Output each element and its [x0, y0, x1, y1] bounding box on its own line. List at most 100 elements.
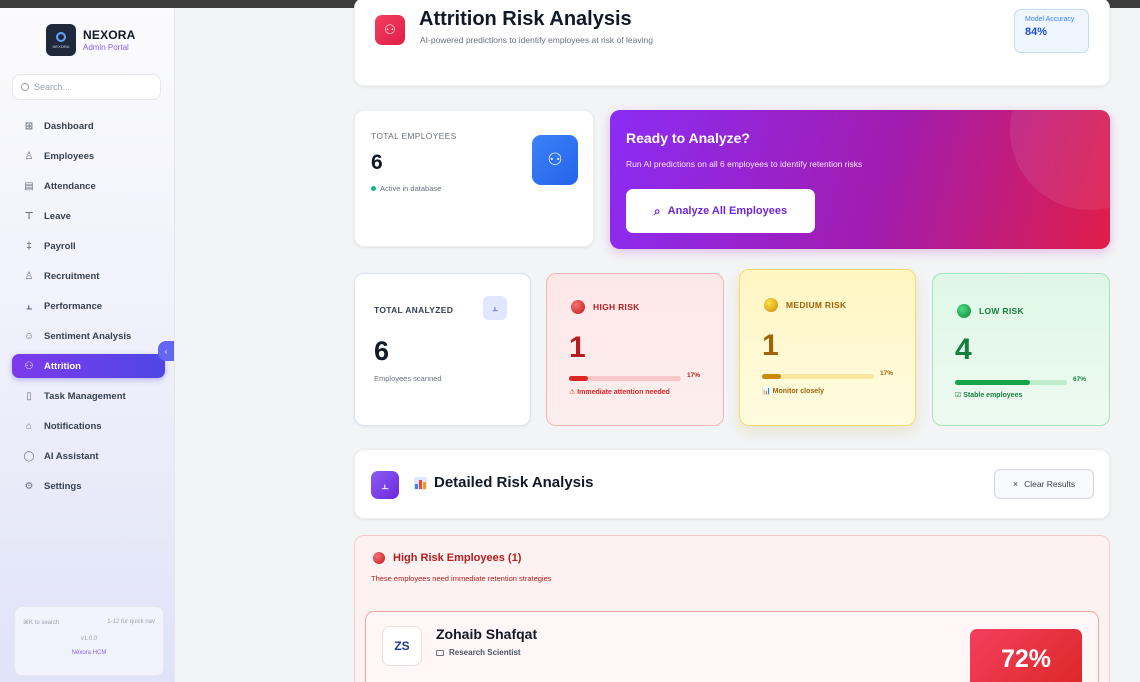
close-icon: × [1012, 479, 1019, 489]
high-risk-value: 1 [569, 331, 586, 364]
high-risk-note: ⚠ Immediate attention needed [569, 389, 670, 396]
search-box[interactable] [12, 74, 161, 100]
clear-results-button[interactable]: × Clear Results [994, 469, 1094, 499]
low-risk-note: ☑ Stable employees [955, 392, 1023, 399]
model-accuracy-badge: Model Accuracy 84% [1014, 9, 1089, 53]
sidebar-footer: ⌘K to search 1-12 for quick nav v1.0.0 N… [14, 606, 164, 676]
chevron-left-icon: ‹ [164, 346, 168, 356]
red-circle-icon [571, 300, 585, 314]
sidebar-item-attrition[interactable]: ⚇ Attrition [12, 354, 165, 378]
employee-role-text: Research Scientist [449, 648, 521, 657]
sidebar-item-ai-assistant[interactable]: ◯ AI Assistant [12, 444, 165, 468]
sidebar-item-label: Performance [44, 300, 103, 312]
decorative-glow [1010, 110, 1110, 210]
sidebar-item-dashboard[interactable]: ⊞ Dashboard [12, 114, 165, 138]
smile-icon: ☺ [23, 330, 35, 342]
low-risk-percent: 67% [1073, 376, 1087, 383]
sidebar-item-label: Notifications [44, 420, 102, 432]
yellow-circle-icon [764, 298, 778, 312]
page-subtitle: AI-powered predictions to identify emplo… [420, 35, 653, 45]
low-risk-label: LOW RISK [979, 306, 1024, 316]
employee-risk-card[interactable]: ZS Zohaib Shafqat Research Scientist 72% [365, 611, 1099, 682]
bar-chart-icon: ⫠ [483, 296, 507, 320]
low-risk-progress [955, 380, 1067, 385]
sidebar-item-task-management[interactable]: ▯ Task Management [12, 384, 165, 408]
gear-icon: ⚙ [24, 480, 34, 492]
briefcase-icon [436, 649, 444, 656]
sidebar-item-label: Dashboard [44, 120, 94, 132]
user-plus-icon: ♙ [24, 270, 34, 282]
logo-text: NEXORA [52, 43, 70, 49]
chat-icon: ◯ [23, 450, 35, 462]
brand[interactable]: NEXORA NEXORA Admin Portal [46, 24, 166, 68]
sidebar-item-payroll[interactable]: ‡ Payroll [12, 234, 165, 258]
sidebar-item-employees[interactable]: ♙ Employees [12, 144, 165, 168]
employee-role: Research Scientist [436, 648, 521, 657]
medium-risk-progress [762, 374, 874, 379]
medium-risk-label: MEDIUM RISK [786, 300, 847, 310]
total-employees-label: TOTAL EMPLOYEES [371, 131, 457, 141]
analyze-all-button[interactable]: ⌕ Analyze All Employees [626, 189, 815, 233]
high-risk-list-subtitle: These employees need immediate retention… [371, 574, 552, 583]
total-analyzed-sub: Employees scanned [374, 374, 442, 383]
grid-icon: ⊞ [24, 120, 34, 132]
clipboard-icon: ▯ [26, 390, 32, 402]
green-circle-icon [957, 304, 971, 318]
medium-risk-value: 1 [762, 329, 779, 362]
bar-chart-icon: ⫠ [25, 300, 33, 312]
sidebar-item-performance[interactable]: ⫠ Performance [12, 294, 165, 318]
sidebar-item-settings[interactable]: ⚙ Settings [12, 474, 165, 498]
total-employees-status-text: Active in database [380, 184, 442, 193]
model-accuracy-label: Model Accuracy [1025, 16, 1075, 23]
product-label: Nexora HCM [71, 650, 107, 656]
high-risk-employees-section: High Risk Employees (1) These employees … [354, 535, 1110, 682]
high-risk-percent: 17% [687, 372, 701, 379]
high-risk-card: HIGH RISK 1 17% ⚠ Immediate attention ne… [546, 273, 724, 426]
sidebar-collapse-button[interactable]: ‹ [158, 341, 174, 361]
sidebar-item-sentiment-analysis[interactable]: ☺ Sentiment Analysis [12, 324, 165, 348]
bar-chart-icon: ⫠ [371, 471, 399, 499]
shortcut-nav-hint: 1-12 for quick nav [107, 619, 155, 625]
risk-score-badge: 72% [970, 629, 1082, 682]
calendar-icon: ▤ [24, 180, 34, 192]
clear-results-label: Clear Results [1024, 479, 1076, 489]
low-risk-card: LOW RISK 4 67% ☑ Stable employees [932, 273, 1110, 426]
model-accuracy-value: 84% [1025, 26, 1048, 38]
sidebar-item-label: Task Management [44, 390, 126, 402]
red-circle-icon [373, 552, 385, 564]
total-analyzed-value: 6 [374, 336, 390, 366]
sidebar-item-label: Attrition [44, 360, 81, 372]
sidebar-item-label: AI Assistant [44, 450, 99, 462]
page-header-card: ⚇ Attrition Risk Analysis AI-powered pre… [354, 0, 1110, 86]
sidebar-item-label: Employees [44, 150, 95, 162]
high-risk-progress [569, 376, 681, 381]
sidebar-item-leave[interactable]: ⊤ Leave [12, 204, 165, 228]
total-analyzed-card: TOTAL ANALYZED ⫠ 6 Employees scanned [354, 273, 531, 426]
sidebar-item-recruitment[interactable]: ♙ Recruitment [12, 264, 165, 288]
chart-emoji-icon [414, 477, 427, 490]
status-dot-icon [371, 186, 376, 191]
sidebar-item-label: Recruitment [44, 270, 100, 282]
search-icon: ⌕ [653, 203, 661, 218]
sidebar-item-label: Leave [44, 210, 71, 222]
shortcut-search-hint: ⌘K to search [23, 620, 60, 626]
analyze-card: Ready to Analyze? Run AI predictions on … [610, 110, 1110, 249]
sidebar-item-notifications[interactable]: ⌂ Notifications [12, 414, 165, 438]
avatar: ZS [382, 626, 422, 666]
medium-risk-progress-fill [762, 374, 782, 379]
brand-subtitle: Admin Portal [83, 43, 129, 52]
analyze-subtitle: Run AI predictions on all 6 employees to… [626, 159, 863, 169]
brand-logo: NEXORA [46, 24, 76, 56]
employee-name: Zohaib Shafqat [436, 626, 538, 642]
user-icon: ♙ [24, 150, 34, 162]
users-icon: ⚇ [24, 360, 34, 372]
sidebar-item-attendance[interactable]: ▤ Attendance [12, 174, 165, 198]
sidebar-item-label: Sentiment Analysis [44, 330, 132, 342]
sidebar: NEXORA NEXORA Admin Portal ⊞ Dashboard ♙… [0, 8, 175, 682]
filter-icon: ⊤ [24, 210, 34, 222]
search-input[interactable] [34, 82, 154, 92]
total-employees-status: Active in database [371, 184, 441, 193]
medium-risk-percent: 17% [880, 370, 894, 377]
brand-name: NEXORA [83, 28, 136, 42]
medium-risk-card: MEDIUM RISK 1 17% 📊 Monitor closely [739, 269, 916, 426]
